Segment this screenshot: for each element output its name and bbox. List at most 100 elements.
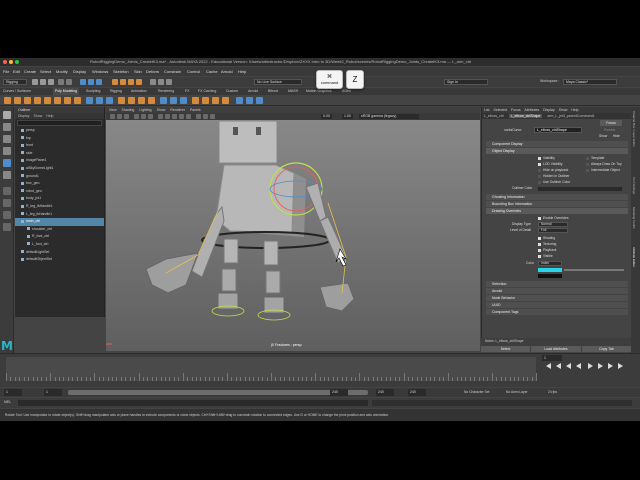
multi-cut-icon[interactable] bbox=[160, 97, 167, 104]
menu-set-dropdown[interactable]: Rigging bbox=[3, 79, 27, 85]
ae-load-attributes-button[interactable]: Load Attributes bbox=[531, 346, 581, 352]
select-by-hierarchy-icon[interactable] bbox=[80, 79, 86, 85]
bevel-icon[interactable] bbox=[148, 97, 155, 104]
outliner-item[interactable]: defaultLightSet bbox=[15, 249, 104, 257]
range-inner-end-field[interactable]: 240 bbox=[330, 389, 348, 396]
snap-point-icon[interactable] bbox=[128, 79, 134, 85]
menu-file[interactable]: File bbox=[3, 67, 9, 76]
planar-map-icon[interactable] bbox=[246, 97, 253, 104]
shelf-tab-fx-caching[interactable]: FX Caching bbox=[198, 88, 216, 95]
range-end-field[interactable]: 240 bbox=[376, 389, 394, 396]
ae-focus-button[interactable]: Focus bbox=[600, 120, 622, 126]
menu-skeleton[interactable]: Skeleton bbox=[113, 67, 129, 76]
ae-copy-tab-button[interactable]: Copy Tab bbox=[582, 346, 631, 352]
render-icon[interactable] bbox=[150, 79, 156, 85]
ae-menu-attributes[interactable]: Attributes bbox=[524, 108, 539, 112]
ae-menu-focus[interactable]: Focus bbox=[511, 108, 521, 112]
time-slider[interactable]: 1 bbox=[0, 353, 640, 387]
play-backwards-icon[interactable] bbox=[576, 363, 581, 369]
select-tool-icon[interactable] bbox=[3, 111, 11, 119]
ipr-render-icon[interactable] bbox=[158, 79, 164, 85]
persp-graph-layout-icon[interactable] bbox=[3, 223, 11, 231]
range-start-field[interactable]: 1 bbox=[4, 389, 22, 396]
viewport-panel[interactable]: View Shading Lighting Show Renderer Pane… bbox=[106, 107, 480, 351]
shelf-tab-fx[interactable]: FX bbox=[185, 88, 189, 95]
outliner-menu-display[interactable]: Display bbox=[18, 114, 29, 118]
poly-cone-icon[interactable] bbox=[34, 97, 41, 104]
ae-section-uuid[interactable]: UUID bbox=[486, 302, 628, 308]
outliner-item[interactable]: persp bbox=[15, 127, 104, 135]
boolean-icon[interactable] bbox=[118, 97, 125, 104]
ae-section-object-display[interactable]: Object Display bbox=[486, 148, 628, 154]
ae-presets-button[interactable]: Presets bbox=[604, 128, 615, 133]
outliner-item[interactable]: robot_geo bbox=[15, 188, 104, 196]
outliner-item[interactable]: shoulder_ctrl bbox=[15, 226, 104, 234]
shelf-tab-mash[interactable]: MASH bbox=[288, 88, 298, 95]
zoom-window-icon[interactable] bbox=[15, 60, 19, 64]
poly-cylinder-icon[interactable] bbox=[24, 97, 31, 104]
shelf-tab-poly-modeling[interactable]: Poly Modeling bbox=[53, 88, 79, 95]
ae-node-tab-parent-constraint[interactable]: arm_L_jnt3_parentConstraint1 bbox=[547, 114, 594, 118]
shelf-tab-curves-surfaces[interactable]: Curves / Surfaces bbox=[3, 88, 31, 95]
shelf-tab-custom[interactable]: Custom bbox=[226, 88, 238, 95]
ae-section-bounding-box[interactable]: Bounding Box Information bbox=[486, 201, 628, 207]
paint-select-tool-icon[interactable] bbox=[3, 135, 11, 143]
outliner-color-swatch[interactable] bbox=[538, 187, 622, 191]
ae-node-name-field[interactable]: L_elbow_ctrlShape bbox=[534, 127, 582, 133]
fps-dropdown[interactable]: 24 fps bbox=[548, 389, 557, 396]
ae-section-ghosting[interactable]: Ghosting Information bbox=[486, 194, 628, 200]
ae-node-tab-elbow-ctrl-shape[interactable]: L_elbow_ctrlShape bbox=[508, 114, 543, 118]
display-type-dropdown[interactable]: Normal bbox=[538, 222, 568, 227]
current-frame-field[interactable]: 1 bbox=[542, 355, 562, 361]
rotate-tool-icon[interactable] bbox=[3, 159, 11, 167]
side-tab-attribute-editor[interactable]: Attribute Editor bbox=[632, 247, 636, 267]
target-weld-icon[interactable] bbox=[170, 97, 177, 104]
outliner-item[interactable]: ground1 bbox=[15, 173, 104, 181]
menu-select[interactable]: Select bbox=[40, 67, 51, 76]
center-pivot-icon[interactable] bbox=[202, 97, 209, 104]
menu-display[interactable]: Display bbox=[73, 67, 86, 76]
range-inner-start-field[interactable]: 1 bbox=[44, 389, 62, 396]
edge-loop-icon[interactable] bbox=[180, 97, 187, 104]
level-of-detail-dropdown[interactable]: Full bbox=[538, 228, 568, 233]
robot-rig-scene[interactable] bbox=[106, 107, 480, 351]
step-back-key-icon[interactable] bbox=[556, 363, 561, 369]
hide-on-playback-checkbox[interactable]: Hide on playback bbox=[538, 168, 568, 173]
menu-skin[interactable]: Skin bbox=[134, 67, 142, 76]
range-slider-bar[interactable] bbox=[68, 390, 368, 395]
poly-torus-icon[interactable] bbox=[44, 97, 51, 104]
menu-create[interactable]: Create bbox=[24, 67, 36, 76]
shelf-tab-arnold[interactable]: Arnold bbox=[248, 88, 258, 95]
menu-edit[interactable]: Edit bbox=[13, 67, 20, 76]
ae-select-button[interactable]: Select bbox=[481, 346, 530, 352]
ae-show-button[interactable]: Show bbox=[599, 134, 607, 139]
ae-node-tab-elbow-ctrl[interactable]: L_elbow_ctrl bbox=[484, 114, 504, 118]
menu-windows[interactable]: Windows bbox=[92, 67, 108, 76]
ae-menu-list[interactable]: List bbox=[484, 108, 489, 112]
menu-control[interactable]: Control bbox=[187, 67, 200, 76]
save-scene-icon[interactable] bbox=[48, 79, 54, 85]
outliner-item[interactable]: body_jnt1 bbox=[15, 195, 104, 203]
outliner-item[interactable]: aiSkyDomeLight1 bbox=[15, 165, 104, 173]
outliner-item[interactable]: L_foot_ctrl bbox=[15, 241, 104, 249]
ae-menu-help[interactable]: Help bbox=[571, 108, 578, 112]
menu-modify[interactable]: Modify bbox=[56, 67, 68, 76]
freeze-transform-icon[interactable] bbox=[212, 97, 219, 104]
enable-overrides-checkbox[interactable]: Enable Overrides bbox=[538, 216, 568, 221]
outliner-item[interactable]: box_geo bbox=[15, 180, 104, 188]
mirror-icon[interactable] bbox=[192, 97, 199, 104]
shading-checkbox[interactable]: Shading bbox=[538, 236, 555, 241]
always-draw-on-top-checkbox[interactable]: Always Draw On Top bbox=[586, 162, 622, 167]
menu-cache[interactable]: Cache bbox=[206, 67, 218, 76]
extrude-icon[interactable] bbox=[128, 97, 135, 104]
poly-disc-icon[interactable] bbox=[64, 97, 71, 104]
ae-section-drawing-overrides[interactable]: Drawing Overrides bbox=[486, 208, 628, 214]
color-mode-dropdown[interactable]: Index bbox=[538, 261, 562, 266]
shelf-tab-rigging[interactable]: Rigging bbox=[110, 88, 122, 95]
poly-cube-icon[interactable] bbox=[14, 97, 21, 104]
uv-editor-icon[interactable] bbox=[236, 97, 243, 104]
texturing-checkbox[interactable]: Texturing bbox=[538, 242, 556, 247]
auto-uv-icon[interactable] bbox=[256, 97, 263, 104]
shelf-tab-bifrost[interactable]: Bifrost bbox=[268, 88, 278, 95]
single-perspective-layout-icon[interactable] bbox=[3, 187, 11, 195]
